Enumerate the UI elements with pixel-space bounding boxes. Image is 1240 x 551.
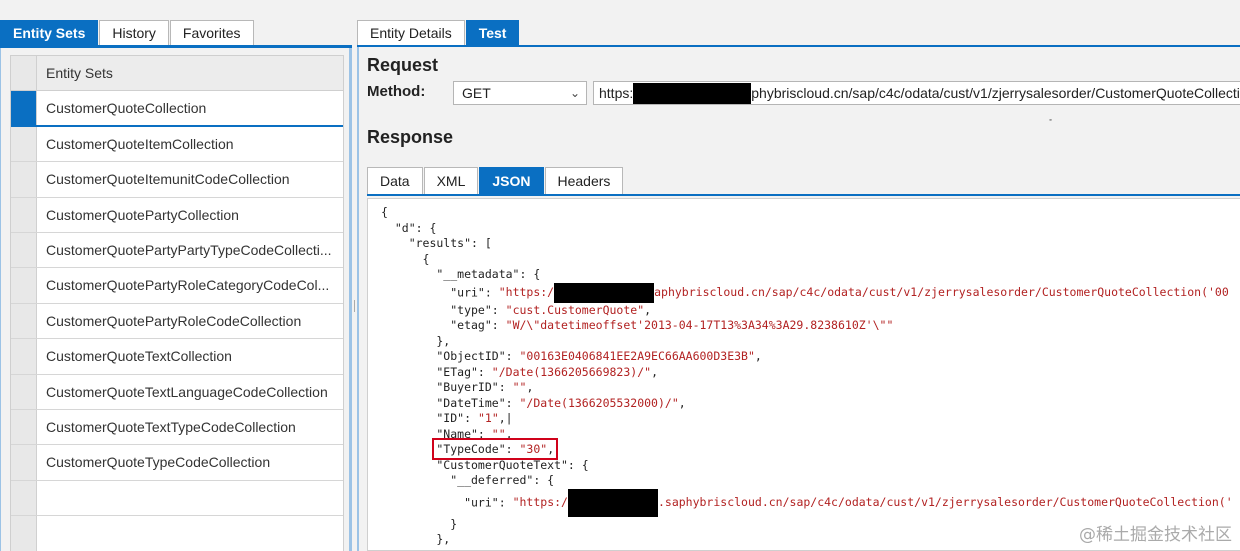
chevron-down-icon: ⌄ bbox=[569, 86, 580, 100]
entity-set-name: CustomerQuoteItemCollection bbox=[46, 135, 234, 152]
table-header-row: Entity Sets bbox=[11, 56, 343, 92]
table-row[interactable]: CustomerQuoteTextTypeCodeCollection bbox=[11, 409, 343, 446]
url-input[interactable]: https: phybriscloud.cn/sap/c4c/odata/cust… bbox=[593, 81, 1240, 105]
table-row[interactable]: CustomerQuotePartyRoleCategoryCodeCol... bbox=[11, 268, 343, 304]
table-row-empty bbox=[11, 480, 343, 517]
watermark-text: @稀土掘金技术社区 bbox=[1079, 525, 1232, 545]
test-panel: Request Method: GET ⌄ https: phybriscloud… bbox=[357, 47, 1240, 551]
row-selector[interactable] bbox=[11, 268, 37, 303]
typecode-highlight-box: "TypeCode": "30", bbox=[432, 438, 559, 460]
tab-json[interactable]: JSON bbox=[479, 167, 544, 194]
table-row[interactable]: CustomerQuoteCollection bbox=[11, 91, 343, 127]
details-pane: Entity Details Test Request Method: GET … bbox=[357, 20, 1240, 551]
redacted-deferred-host bbox=[567, 488, 658, 517]
entity-set-name: CustomerQuoteTextCollection bbox=[46, 348, 232, 365]
tab-favorites[interactable]: Favorites bbox=[169, 20, 254, 45]
row-selector bbox=[11, 516, 37, 551]
row-selector[interactable] bbox=[11, 339, 37, 374]
table-row[interactable]: CustomerQuoteItemCollection bbox=[11, 126, 343, 163]
table-row[interactable]: CustomerQuoteTextLanguageCodeCollection bbox=[11, 374, 343, 410]
table-row[interactable]: CustomerQuoteTypeCodeCollection bbox=[11, 445, 343, 481]
method-value: GET bbox=[462, 85, 491, 101]
empty-cell bbox=[37, 516, 343, 551]
entity-set-name: CustomerQuotePartyPartyTypeCodeCollecti.… bbox=[46, 241, 332, 258]
tab-data[interactable]: Data bbox=[367, 167, 423, 194]
method-label: Method: bbox=[367, 83, 426, 100]
row-selector[interactable] bbox=[11, 409, 37, 445]
response-tab-underline bbox=[367, 194, 1240, 196]
table-row[interactable]: CustomerQuotePartyPartyTypeCodeCollecti.… bbox=[11, 232, 343, 269]
json-text: { "d": { "results": [ { "__metadata": { … bbox=[381, 205, 1233, 550]
entity-set-name: CustomerQuoteCollection bbox=[46, 100, 207, 117]
entity-set-name: CustomerQuoteTextLanguageCodeCollection bbox=[46, 383, 328, 400]
row-selector bbox=[11, 480, 37, 516]
url-suffix: phybriscloud.cn/sap/c4c/odata/cust/v1/zj… bbox=[751, 85, 1240, 101]
entity-set-name: CustomerQuoteTextTypeCodeCollection bbox=[46, 418, 296, 435]
tab-entity-details[interactable]: Entity Details bbox=[357, 20, 465, 45]
left-tabbar: Entity Sets History Favorites bbox=[0, 20, 255, 45]
row-selector[interactable] bbox=[11, 91, 37, 125]
table-row-empty bbox=[11, 516, 343, 551]
table-row[interactable]: CustomerQuotePartyCollection bbox=[11, 197, 343, 233]
resize-grip-icon[interactable]: '''' bbox=[1049, 118, 1052, 127]
row-selector[interactable] bbox=[11, 374, 37, 409]
select-all-cell[interactable] bbox=[11, 56, 37, 91]
table-row[interactable]: CustomerQuotePartyRoleCodeCollection bbox=[11, 303, 343, 340]
redacted-uri-host bbox=[554, 282, 655, 303]
row-selector[interactable] bbox=[11, 445, 37, 480]
row-selector[interactable] bbox=[11, 232, 37, 268]
row-selector[interactable] bbox=[11, 162, 37, 197]
right-tabbar: Entity Details Test bbox=[357, 20, 520, 45]
entity-sets-pane: Entity Sets History Favorites Entity Set… bbox=[0, 20, 352, 551]
url-prefix: https: bbox=[599, 85, 634, 101]
response-tabbar: Data XML JSON Headers bbox=[367, 167, 624, 194]
response-title: Response bbox=[367, 127, 454, 147]
method-select[interactable]: GET ⌄ bbox=[453, 81, 587, 105]
column-header-entity-sets[interactable]: Entity Sets bbox=[37, 56, 343, 91]
entity-set-name: CustomerQuotePartyRoleCodeCollection bbox=[46, 312, 302, 329]
json-response-viewer[interactable]: { "d": { "results": [ { "__metadata": { … bbox=[367, 198, 1240, 551]
entity-set-name: CustomerQuotePartyCollection bbox=[46, 206, 239, 223]
tab-entity-sets[interactable]: Entity Sets bbox=[0, 20, 99, 45]
row-selector[interactable] bbox=[11, 303, 37, 339]
entity-set-name: CustomerQuotePartyRoleCategoryCodeCol... bbox=[46, 277, 330, 294]
row-selector[interactable] bbox=[11, 197, 37, 232]
entity-set-name: CustomerQuoteTypeCodeCollection bbox=[46, 454, 271, 471]
entity-sets-panel: Entity Sets CustomerQuoteCollection Custo… bbox=[0, 48, 352, 551]
entity-sets-table: Entity Sets CustomerQuoteCollection Custo… bbox=[10, 55, 344, 551]
empty-cell bbox=[37, 481, 343, 515]
request-title: Request bbox=[367, 55, 439, 75]
row-selector[interactable] bbox=[11, 126, 37, 162]
redacted-host bbox=[633, 83, 752, 104]
table-row[interactable]: CustomerQuoteTextCollection bbox=[11, 339, 343, 375]
tab-history[interactable]: History bbox=[99, 20, 169, 45]
tab-headers[interactable]: Headers bbox=[544, 167, 624, 194]
entity-set-name: CustomerQuoteItemunitCodeCollection bbox=[46, 171, 290, 188]
table-row[interactable]: CustomerQuoteItemunitCodeCollection bbox=[11, 162, 343, 198]
tab-xml[interactable]: XML bbox=[423, 167, 479, 194]
odata-browser-window: Entity Sets History Favorites Entity Set… bbox=[0, 0, 1240, 551]
tab-test[interactable]: Test bbox=[465, 20, 520, 45]
